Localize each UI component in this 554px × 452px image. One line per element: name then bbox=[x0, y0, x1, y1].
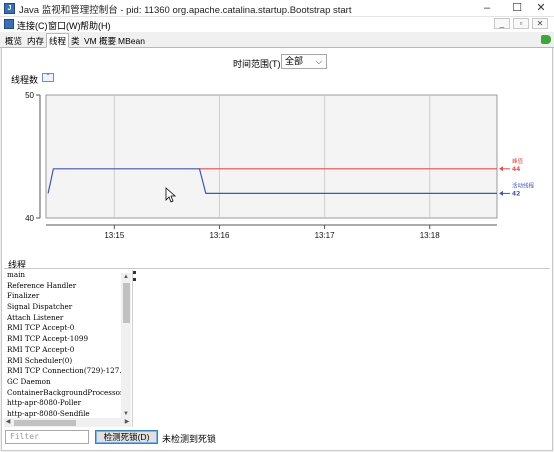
thread-list-vertical-scrollbar[interactable]: ▲ ▼ bbox=[121, 273, 131, 418]
list-item[interactable]: Finalizer bbox=[4, 291, 133, 302]
chart-legend: 峰值44 活动线程42 bbox=[499, 157, 535, 197]
filter-input[interactable]: Filter bbox=[5, 430, 89, 444]
y-ticks: 50 40 bbox=[25, 91, 40, 223]
scroll-down-icon[interactable]: ▼ bbox=[122, 410, 130, 418]
scroll-right-icon[interactable]: ▶ bbox=[123, 418, 131, 427]
x-tick-label: 13:15 bbox=[104, 231, 125, 240]
x-tick-label: 13:17 bbox=[315, 231, 336, 240]
split-pane-divider[interactable] bbox=[132, 270, 135, 427]
list-item[interactable]: ContainerBackgroundProcessor[S bbox=[4, 388, 133, 399]
list-item[interactable]: main bbox=[4, 270, 133, 281]
list-item[interactable]: Signal Dispatcher bbox=[4, 302, 133, 313]
threads-divider bbox=[4, 268, 550, 269]
legend-series-value: 44 bbox=[512, 166, 520, 173]
detect-deadlock-button[interactable]: 检测死锁(D) bbox=[95, 430, 158, 444]
y-tick-label: 50 bbox=[25, 91, 34, 100]
list-item[interactable]: GC Daemon bbox=[4, 377, 133, 388]
deadlock-status: 未检测到死锁 bbox=[162, 434, 217, 444]
list-item[interactable]: RMI TCP Accept-0 bbox=[4, 323, 133, 334]
legend-marker bbox=[499, 166, 503, 172]
scroll-left-icon[interactable]: ◀ bbox=[4, 418, 12, 427]
thread-count-chart: 50 40 13:15 13:16 13:17 13:18 峰值44 活动线程42 bbox=[25, 91, 535, 240]
scrollbar-thumb[interactable] bbox=[123, 283, 130, 323]
legend-marker bbox=[499, 190, 503, 196]
legend-series-value: 42 bbox=[512, 190, 520, 197]
x-tick-label: 13:16 bbox=[209, 231, 230, 240]
thread-list[interactable]: main Reference Handler Finalizer Signal … bbox=[4, 270, 133, 427]
legend-series-name: 峰值 bbox=[512, 157, 524, 165]
list-item[interactable]: RMI TCP Accept-0 bbox=[4, 345, 133, 356]
list-item[interactable]: http-apr-8080-Poller bbox=[4, 398, 133, 409]
legend-series-name: 活动线程 bbox=[512, 181, 535, 189]
x-ticks: 13:15 13:16 13:17 13:18 bbox=[104, 225, 440, 240]
list-item[interactable]: RMI Scheduler(0) bbox=[4, 356, 133, 367]
split-collapse-icon[interactable] bbox=[133, 278, 136, 281]
list-item[interactable]: Reference Handler bbox=[4, 281, 133, 292]
thread-list-horizontal-scrollbar[interactable]: ◀ ▶ bbox=[4, 418, 131, 427]
x-tick-label: 13:18 bbox=[420, 231, 441, 240]
list-item[interactable]: RMI TCP Connection(729)-127.0. bbox=[4, 366, 133, 377]
split-expand-icon[interactable] bbox=[133, 271, 136, 274]
scroll-up-icon[interactable]: ▲ bbox=[122, 273, 130, 281]
list-item[interactable]: RMI TCP Accept-1099 bbox=[4, 334, 133, 345]
scrollbar-thumb[interactable] bbox=[14, 420, 76, 426]
list-item[interactable]: Attach Listener bbox=[4, 313, 133, 324]
y-tick-label: 40 bbox=[25, 214, 34, 223]
